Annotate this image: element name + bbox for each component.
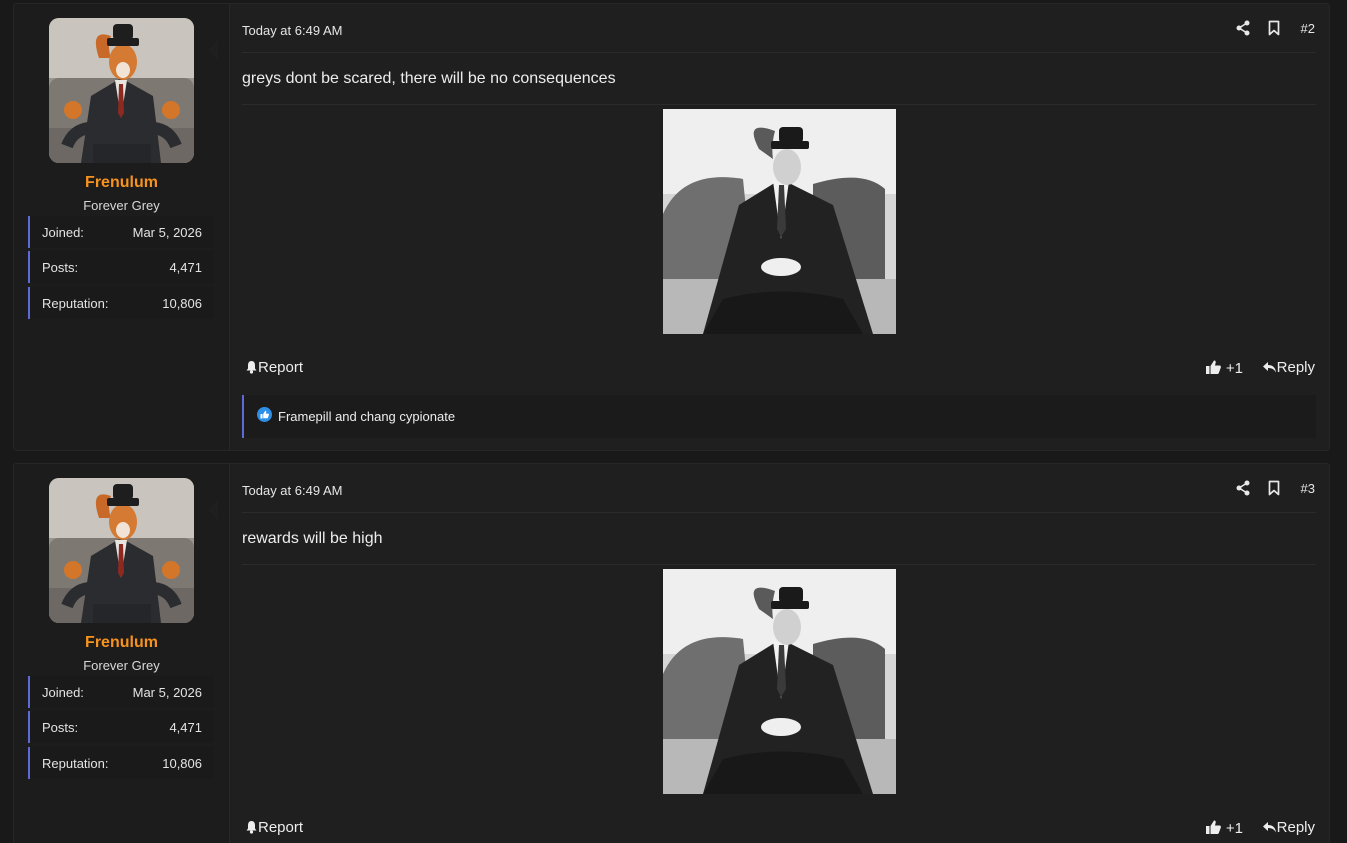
stat-label: Reputation: — [42, 756, 109, 771]
post-2: Frenulum Forever Grey Joined: Mar 5, 202… — [13, 3, 1330, 451]
share-icon[interactable] — [1235, 20, 1253, 38]
post-message: rewards will be high — [242, 530, 383, 547]
avatar-arrow — [208, 500, 218, 520]
stat-label: Posts: — [42, 720, 79, 735]
stat-value: Mar 5, 2026 — [132, 225, 202, 240]
reply-icon — [1262, 820, 1277, 838]
report-label: Report — [258, 359, 304, 376]
avatar-arrow — [208, 40, 218, 60]
divider — [242, 512, 1316, 513]
like-button[interactable]: +1 — [1205, 819, 1243, 839]
stat-value: 10,806 — [162, 296, 202, 311]
reply-label: Reply — [1276, 359, 1315, 376]
stat-joined: Joined: Mar 5, 2026 — [28, 216, 214, 248]
reply-label: Reply — [1276, 819, 1315, 836]
bookmark-icon[interactable] — [1266, 480, 1284, 498]
stat-label: Joined: — [42, 225, 84, 240]
post-number[interactable]: #2 — [1301, 21, 1315, 36]
post-body: Today at 6:49 AM #2 greys dont be scared… — [229, 4, 1329, 450]
report-label: Report — [258, 819, 304, 836]
bookmark-icon[interactable] — [1266, 20, 1284, 38]
post-image[interactable] — [663, 109, 896, 334]
reactions-bar[interactable]: Framepill and chang cypionate — [242, 395, 1316, 438]
report-button[interactable]: Report — [245, 359, 303, 378]
reactions-text[interactable]: Framepill and chang cypionate — [278, 409, 455, 424]
user-title: Forever Grey — [83, 198, 160, 213]
like-button[interactable]: +1 — [1205, 359, 1243, 379]
stat-value: 10,806 — [162, 756, 202, 771]
post-image[interactable] — [663, 569, 896, 794]
divider — [242, 104, 1316, 105]
stat-reputation: Reputation: 10,806 — [28, 287, 214, 319]
like-reaction-icon — [257, 407, 272, 422]
user-panel: Frenulum Forever Grey Joined: Mar 5, 202… — [14, 464, 230, 843]
avatar[interactable] — [49, 18, 194, 163]
share-icon[interactable] — [1235, 480, 1253, 498]
post-number[interactable]: #3 — [1301, 481, 1315, 496]
thumbs-up-icon — [1205, 359, 1222, 379]
stat-label: Joined: — [42, 685, 84, 700]
divider — [242, 564, 1316, 565]
stat-joined: Joined: Mar 5, 2026 — [28, 676, 214, 708]
post-date[interactable]: Today at 6:49 AM — [242, 23, 342, 38]
divider — [242, 52, 1316, 53]
stat-reputation: Reputation: 10,806 — [28, 747, 214, 779]
post-body: Today at 6:49 AM #3 rewards will be high… — [229, 464, 1329, 843]
bell-icon — [245, 360, 258, 378]
stat-posts: Posts: 4,471 — [28, 711, 214, 743]
avatar[interactable] — [49, 478, 194, 623]
stat-posts: Posts: 4,471 — [28, 251, 214, 283]
username[interactable]: Frenulum — [14, 634, 229, 652]
like-count: +1 — [1225, 360, 1243, 377]
reply-icon — [1262, 360, 1277, 378]
stat-value: Mar 5, 2026 — [132, 685, 202, 700]
bell-icon — [245, 820, 258, 838]
reply-button[interactable]: Reply — [1262, 819, 1315, 838]
post-message: greys dont be scared, there will be no c… — [242, 70, 616, 87]
user-panel: Frenulum Forever Grey Joined: Mar 5, 202… — [14, 4, 230, 450]
post-date[interactable]: Today at 6:49 AM — [242, 483, 342, 498]
post-tools: #2 — [1235, 20, 1315, 40]
stat-value: 4,471 — [169, 720, 202, 735]
stat-label: Posts: — [42, 260, 79, 275]
stat-value: 4,471 — [169, 260, 202, 275]
stat-label: Reputation: — [42, 296, 109, 311]
thumbs-up-icon — [1205, 819, 1222, 839]
user-title: Forever Grey — [83, 658, 160, 673]
post-3: Frenulum Forever Grey Joined: Mar 5, 202… — [13, 463, 1330, 843]
reply-button[interactable]: Reply — [1262, 359, 1315, 378]
like-count: +1 — [1225, 820, 1243, 837]
thread: Frenulum Forever Grey Joined: Mar 5, 202… — [0, 0, 1347, 843]
username[interactable]: Frenulum — [14, 174, 229, 192]
report-button[interactable]: Report — [245, 819, 303, 838]
post-tools: #3 — [1235, 480, 1315, 500]
